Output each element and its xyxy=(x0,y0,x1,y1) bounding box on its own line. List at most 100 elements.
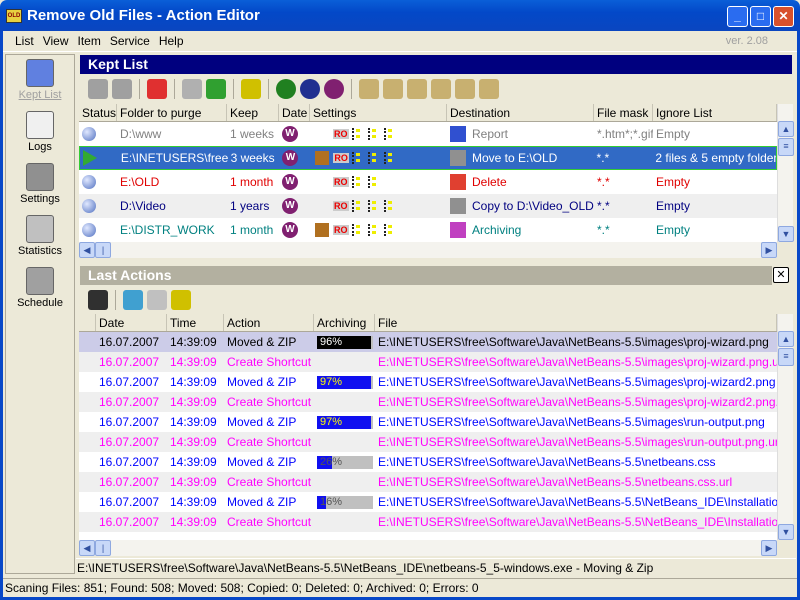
column-header[interactable]: Archiving xyxy=(314,314,375,331)
sidebar-item-settings[interactable]: Settings xyxy=(6,159,74,211)
column-header[interactable]: File mask xyxy=(594,104,653,121)
kept-list-toolbar xyxy=(80,76,499,102)
last-actions-hscroll[interactable]: ◀ | ▶ xyxy=(79,540,777,556)
statistics-icon xyxy=(26,215,54,243)
pause-icon[interactable] xyxy=(182,79,202,99)
settings-cell: RO xyxy=(310,147,447,169)
table-row[interactable]: 16.07.2007 14:39:09 Create Shortcut E:\INET… xyxy=(79,472,777,492)
action-cell: Moved & ZIP xyxy=(227,455,297,469)
table-row[interactable]: 16.07.2007 14:39:09 Moved & ZIP 16% E:\INETU… xyxy=(79,492,777,512)
scroll-down-button[interactable]: ▼ xyxy=(778,226,794,242)
scroll-left-button[interactable]: ◀ xyxy=(79,540,95,556)
table-row[interactable]: 16.07.2007 14:39:09 Moved & ZIP 97% E:\INETU… xyxy=(79,412,777,432)
kept-list-hscroll[interactable]: ◀ | ▶ xyxy=(79,242,777,258)
kept-list-vscroll[interactable]: ▲ ≡ ▼ xyxy=(777,104,794,242)
edit-icon[interactable] xyxy=(241,79,261,99)
remove-item-icon[interactable] xyxy=(112,79,132,99)
row-marker xyxy=(79,372,96,392)
current-file-label: E:\INETUSERS\free\Software\Java\NetBeans… xyxy=(76,558,796,577)
scroll-left-button[interactable]: ◀ xyxy=(79,242,95,258)
scroll-thumb[interactable]: ≡ xyxy=(778,138,794,156)
table-row[interactable]: 16.07.2007 14:39:09 Create Shortcut E:\INET… xyxy=(79,352,777,372)
delete-icon[interactable] xyxy=(147,79,167,99)
menu-item[interactable]: Item xyxy=(77,34,100,48)
tree-exclude-setting-icon[interactable] xyxy=(479,79,499,99)
status-cell xyxy=(79,218,117,242)
column-header[interactable]: Keep xyxy=(227,104,279,121)
column-header[interactable]: Date xyxy=(279,104,310,121)
table-row[interactable]: D:\www 1 weeks W RO Report *.htm*;*.gif Empty xyxy=(79,122,777,146)
column-header[interactable]: Date xyxy=(96,314,167,331)
find-icon[interactable] xyxy=(88,290,108,310)
table-row[interactable]: 16.07.2007 14:39:09 Moved & ZIP 96% E:\INETU… xyxy=(79,332,777,352)
scroll-up-button[interactable]: ▲ xyxy=(778,331,794,347)
table-row[interactable]: 16.07.2007 14:39:09 Create Shortcut E:\INET… xyxy=(79,512,777,532)
ignore-list-cell: Empty xyxy=(656,175,691,189)
zoom-icon[interactable] xyxy=(123,290,143,310)
sidebar-item-kept-list[interactable]: Kept List xyxy=(6,55,74,107)
table-row[interactable]: 16.07.2007 14:39:09 Create Shortcut E:\INET… xyxy=(79,392,777,412)
table-row[interactable]: 16.07.2007 14:39:09 Moved & ZIP 97% E:\INETU… xyxy=(79,372,777,392)
scroll-right-button[interactable]: ▶ xyxy=(761,540,777,556)
column-header[interactable]: Settings xyxy=(310,104,447,121)
table-row[interactable]: 16.07.2007 14:39:09 Moved & ZIP 26% E:\INETU… xyxy=(79,452,777,472)
scroll-thumb[interactable]: ≡ xyxy=(778,348,794,366)
column-header[interactable]: File xyxy=(375,314,777,331)
column-header[interactable] xyxy=(79,314,96,331)
table-row[interactable]: E:\OLD 1 month W RO Delete *.* Empty xyxy=(79,170,777,194)
table-row[interactable]: E:\DISTR_WORK 1 month W RO Archiving *.* Empty xyxy=(79,218,777,242)
time-cell: 14:39:09 xyxy=(170,415,217,429)
tree-setting-icon xyxy=(367,128,380,140)
close-panel-button[interactable]: ✕ xyxy=(773,267,789,283)
sidebar-item-logs[interactable]: Logs xyxy=(6,107,74,159)
column-header[interactable]: Folder to purge xyxy=(117,104,227,121)
column-header[interactable]: Destination xyxy=(447,104,594,121)
read-only-setting-icon[interactable] xyxy=(383,79,403,99)
kept-list-icon xyxy=(26,59,54,87)
archiving-cell xyxy=(314,392,375,412)
date-mode-icon: W xyxy=(282,174,298,190)
sidebar-item-schedule[interactable]: Schedule xyxy=(6,263,74,315)
scroll-down-button[interactable]: ▼ xyxy=(778,524,794,540)
date-mode-icon: W xyxy=(282,126,298,142)
tree-shortcut-setting-icon[interactable] xyxy=(455,79,475,99)
table-row[interactable]: E:\INETUSERS\free 3 weeks W RO Move to E:\OL… xyxy=(79,146,777,170)
time-cell: 14:39:09 xyxy=(170,435,217,449)
keep-cell: 1 weeks xyxy=(230,127,275,141)
tree-setting-icon[interactable] xyxy=(407,79,427,99)
status-bar: Scaning Files: 851; Found: 508; Moved: 5… xyxy=(3,578,797,597)
maximize-button[interactable]: □ xyxy=(750,6,771,27)
run-icon[interactable] xyxy=(206,79,226,99)
archive-setting-icon[interactable] xyxy=(359,79,379,99)
table-row[interactable]: D:\Video 1 years W RO Copy to D:\Video_OLD *.… xyxy=(79,194,777,218)
option-a-icon[interactable] xyxy=(300,79,320,99)
add-item-icon[interactable] xyxy=(88,79,108,99)
read-only-icon: RO xyxy=(333,225,349,235)
sidebar-item-label: Kept List xyxy=(18,89,62,101)
menu-list[interactable]: List xyxy=(15,34,34,48)
tree-delete-setting-icon[interactable] xyxy=(431,79,451,99)
file-cell: E:\INETUSERS\free\Software\Java\NetBeans… xyxy=(378,415,765,429)
sidebar-item-statistics[interactable]: Statistics xyxy=(6,211,74,263)
menu-view[interactable]: View xyxy=(43,34,69,48)
tree-setting-icon xyxy=(367,152,380,164)
option-w-icon[interactable] xyxy=(324,79,344,99)
scroll-thumb[interactable]: | xyxy=(95,242,111,258)
menu-service[interactable]: Service xyxy=(110,34,150,48)
scroll-right-button[interactable]: ▶ xyxy=(761,242,777,258)
column-header[interactable]: Action xyxy=(224,314,314,331)
last-actions-vscroll[interactable]: ▲ ≡ ▼ xyxy=(777,314,794,540)
minimize-button[interactable]: _ xyxy=(727,6,748,27)
export-icon[interactable] xyxy=(171,290,191,310)
copy-icon[interactable] xyxy=(147,290,167,310)
column-header[interactable]: Ignore List xyxy=(653,104,777,121)
scroll-thumb[interactable]: | xyxy=(95,540,111,556)
column-header[interactable]: Time xyxy=(167,314,224,331)
table-row[interactable]: 16.07.2007 14:39:09 Create Shortcut E:\INET… xyxy=(79,432,777,452)
option-c-icon[interactable] xyxy=(276,79,296,99)
column-header[interactable]: Status xyxy=(79,104,117,121)
close-button[interactable]: ✕ xyxy=(773,6,794,27)
scroll-up-button[interactable]: ▲ xyxy=(778,121,794,137)
menu-help[interactable]: Help xyxy=(159,34,184,48)
